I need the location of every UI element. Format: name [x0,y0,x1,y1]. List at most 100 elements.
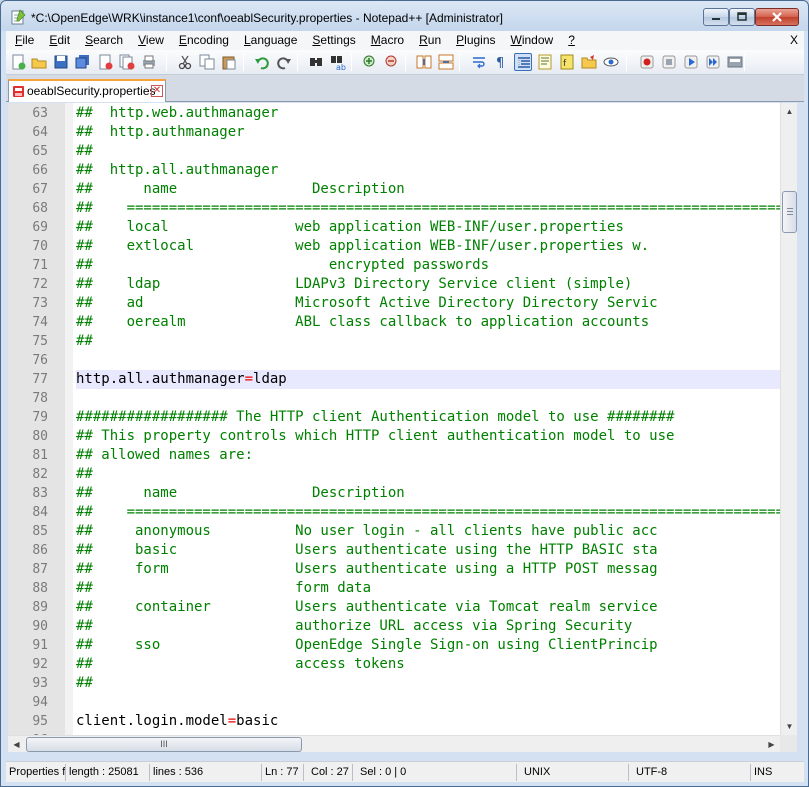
new-file-button[interactable] [9,53,27,71]
record-macro-button[interactable] [638,53,656,71]
show-all-characters-button[interactable]: ¶ [492,53,510,71]
vertical-scrollbar[interactable]: ▲ ▼ [780,103,797,735]
grip-line [787,208,793,209]
find-button[interactable] [307,53,325,71]
property-value: ldap [253,371,287,387]
close-window-button[interactable] [755,8,799,26]
monitoring-button[interactable] [602,53,620,71]
comment-line[interactable]: ## [76,332,780,351]
comment-line[interactable] [76,389,780,408]
comment-line[interactable]: ## =====================================… [76,503,780,522]
zoom-in-button[interactable] [361,53,379,71]
word-wrap-icon [473,57,485,69]
vertical-scroll-thumb[interactable] [782,191,797,233]
comment-line[interactable]: ## basic Users authenticate using the HT… [76,541,780,560]
save-all-button[interactable] [74,53,92,71]
unsaved-file-icon [13,86,24,97]
sync-vertical-button[interactable] [415,53,433,71]
playback-macro-button[interactable] [682,53,700,71]
save-macro-button[interactable] [726,53,744,71]
open-file-button[interactable] [30,53,48,71]
menu-macro[interactable]: Macro [362,31,410,50]
document-map-button[interactable] [536,53,554,71]
comment-line[interactable]: ## allowed names are: [76,446,780,465]
cut-button[interactable] [176,53,194,71]
comment-line[interactable]: ## http.all.authmanager [76,161,780,180]
close-document-button[interactable]: X [790,31,798,50]
zoom-out-button[interactable] [383,53,401,71]
indent-guide-button[interactable] [514,53,532,71]
fold-margin[interactable] [65,103,73,735]
comment-line[interactable] [76,693,780,712]
folder-as-workspace-button[interactable] [580,53,598,71]
menu-language[interactable]: Language [235,31,303,50]
comment-line[interactable]: ## encrypted passwords [76,256,780,275]
property-line[interactable]: http.all.authmanager=ldap [76,370,780,389]
scroll-left-arrow-icon[interactable]: ◀ [8,736,25,753]
comment-line[interactable]: ## ad Microsoft Active Directory Directo… [76,294,780,313]
menu-view[interactable]: View [129,31,170,50]
redo-button[interactable] [275,53,293,71]
comment-line[interactable]: ## sso OpenEdge Single Sign-on using Cli… [76,636,780,655]
comment-line[interactable]: ## [76,465,780,484]
comment-line[interactable] [76,351,780,370]
property-line[interactable]: client.login.model=basic [76,712,780,731]
menu-encoding[interactable]: Encoding [170,31,235,50]
comment-line[interactable]: ## container Users authenticate via Tomc… [76,598,780,617]
close-all-button[interactable] [118,53,136,71]
horizontal-scroll-thumb[interactable]: III [26,737,302,752]
menu-settings[interactable]: Settings [303,31,361,50]
paste-button[interactable] [220,53,238,71]
sync-horizontal-button[interactable] [437,53,455,71]
comment-line[interactable]: ## authorize URL access via Spring Secur… [76,617,780,636]
menu-help-access-key: ? [568,33,575,47]
scroll-down-arrow-icon[interactable]: ▼ [781,718,798,735]
menu-file[interactable]: File [6,31,40,50]
editor-area[interactable]: 63 64 65 66 67 68 69 70 71 72 73 74 75 76 77 78 79 80 81 82… [8,103,780,735]
function-list-button[interactable]: f [558,53,576,71]
comment-line[interactable]: ## local web application WEB-INF/user.pr… [76,218,780,237]
save-button[interactable] [52,53,70,71]
comment-line[interactable]: ## form data [76,579,780,598]
menu-search[interactable]: Search [76,31,129,50]
comment-line[interactable]: ## extlocal web application WEB-INF/user… [76,237,780,256]
stop-recording-button[interactable] [660,53,678,71]
tab-oeablsecurity-properties[interactable]: oeablSecurity.properties ✕ [8,79,166,102]
copy-button[interactable] [198,53,216,71]
undo-button[interactable] [253,53,271,71]
scroll-up-arrow-icon[interactable]: ▲ [781,103,798,120]
replace-button[interactable]: ab [329,53,347,71]
word-wrap-button[interactable] [470,53,488,71]
comment-line[interactable]: ## [76,674,780,693]
line-number-gutter[interactable]: 63 64 65 66 67 68 69 70 71 72 73 74 75 76 77 78 79 80 81 82… [8,103,65,735]
horizontal-scrollbar[interactable]: ◀ III ▶ [8,735,780,752]
comment-line[interactable]: ## ldap LDAPv3 Directory Service client … [76,275,780,294]
tab-bar: oeablSecurity.properties ✕ [6,75,804,102]
menu-window[interactable]: Window [502,31,560,50]
title-bar[interactable]: *C:\OpenEdge\WRK\instance1\conf\oeablSec… [1,1,808,31]
comment-line[interactable]: ## name Description [76,484,780,503]
comment-line[interactable]: ## This property controls which HTTP cli… [76,427,780,446]
minimize-button[interactable] [703,8,729,26]
comment-line[interactable]: ## form Users authenticate using a HTTP … [76,560,780,579]
menu-edit[interactable]: Edit [40,31,76,50]
maximize-button[interactable] [729,8,755,26]
comment-line[interactable]: ## access tokens [76,655,780,674]
print-button[interactable] [140,53,158,71]
menu-run[interactable]: Run [410,31,447,50]
comment-line[interactable]: ## oerealm ABL class callback to applica… [76,313,780,332]
comment-line[interactable]: ## http.web.authmanager [76,104,780,123]
window-title: *C:\OpenEdge\WRK\instance1\conf\oeablSec… [31,11,504,25]
scroll-right-arrow-icon[interactable]: ▶ [763,736,780,753]
comment-line[interactable]: ## http.authmanager [76,123,780,142]
menu-help[interactable]: ? [559,31,581,50]
comment-line[interactable]: ################## The HTTP client Authe… [76,408,780,427]
comment-line[interactable]: ## =====================================… [76,199,780,218]
tab-close-icon[interactable]: ✕ [151,85,163,97]
comment-line[interactable]: ## anonymous No user login - all clients… [76,522,780,541]
close-button[interactable] [96,53,114,71]
comment-line[interactable]: ## [76,142,780,161]
menu-plugins[interactable]: Plugins [447,31,501,50]
run-macro-multiple-button[interactable] [704,53,722,71]
comment-line[interactable]: ## name Description [76,180,780,199]
